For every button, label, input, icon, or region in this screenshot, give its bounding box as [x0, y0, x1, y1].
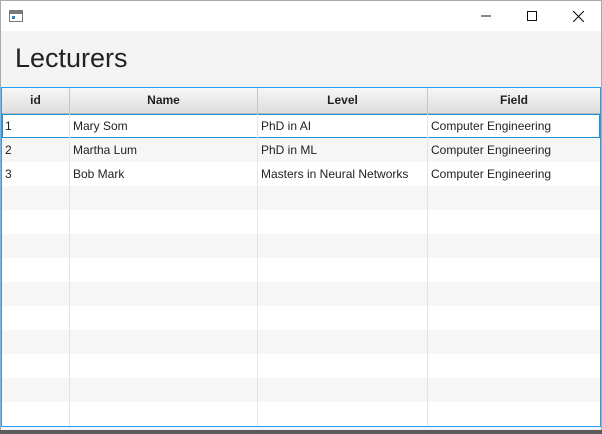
column-header-name[interactable]: Name: [70, 88, 258, 113]
cell-field: Computer Engineering: [428, 138, 600, 162]
cell-field: Computer Engineering: [428, 114, 600, 138]
minimize-icon: [481, 11, 491, 21]
empty-table-row[interactable]: [2, 210, 600, 234]
cell-field: [428, 330, 600, 354]
page-title: Lecturers: [15, 43, 128, 74]
maximize-icon: [527, 11, 537, 21]
empty-table-row[interactable]: [2, 258, 600, 282]
column-header-id[interactable]: id: [2, 88, 70, 113]
cell-name: [70, 234, 258, 258]
cell-name: [70, 330, 258, 354]
maximize-button[interactable]: [509, 1, 555, 31]
cell-field: [428, 402, 600, 426]
cell-level: [258, 186, 428, 210]
cell-id: 3: [2, 162, 70, 186]
cell-id: [2, 186, 70, 210]
cell-name: [70, 306, 258, 330]
table-row[interactable]: 2Martha LumPhD in MLComputer Engineering: [2, 138, 600, 162]
cell-name: [70, 258, 258, 282]
cell-level: [258, 378, 428, 402]
cell-level: [258, 306, 428, 330]
cell-id: 1: [2, 114, 70, 138]
cell-field: [428, 354, 600, 378]
minimize-button[interactable]: [463, 1, 509, 31]
cell-name: Martha Lum: [70, 138, 258, 162]
empty-table-row[interactable]: [2, 378, 600, 402]
cell-id: [2, 234, 70, 258]
cell-level: Masters in Neural Networks: [258, 162, 428, 186]
cell-level: [258, 354, 428, 378]
cell-id: [2, 282, 70, 306]
cell-field: Computer Engineering: [428, 162, 600, 186]
lecturers-table[interactable]: id Name Level Field 1Mary SomPhD in AICo…: [1, 87, 601, 427]
header-area: Lecturers: [1, 31, 601, 86]
cell-name: [70, 378, 258, 402]
cell-id: [2, 210, 70, 234]
cell-level: [258, 234, 428, 258]
cell-name: [70, 402, 258, 426]
cell-name: Bob Mark: [70, 162, 258, 186]
cell-id: [2, 330, 70, 354]
table-row[interactable]: 3Bob MarkMasters in Neural NetworksCompu…: [2, 162, 600, 186]
empty-table-row[interactable]: [2, 330, 600, 354]
background-strip: [0, 430, 602, 434]
title-bar[interactable]: [1, 1, 601, 31]
cell-level: [258, 330, 428, 354]
cell-field: [428, 282, 600, 306]
table-header: id Name Level Field: [2, 88, 600, 114]
cell-level: [258, 402, 428, 426]
cell-id: [2, 258, 70, 282]
cell-name: [70, 354, 258, 378]
empty-table-row[interactable]: [2, 234, 600, 258]
cell-id: [2, 354, 70, 378]
empty-table-row[interactable]: [2, 186, 600, 210]
cell-id: [2, 306, 70, 330]
empty-table-row[interactable]: [2, 354, 600, 378]
cell-level: PhD in AI: [258, 114, 428, 138]
cell-name: [70, 210, 258, 234]
cell-field: [428, 378, 600, 402]
app-icon: [9, 10, 23, 22]
cell-name: [70, 186, 258, 210]
close-icon: [573, 11, 584, 22]
application-window: Lecturers id Name Level Field 1Mary SomP…: [0, 0, 602, 432]
cell-field: [428, 258, 600, 282]
cell-level: [258, 282, 428, 306]
cell-level: [258, 258, 428, 282]
cell-level: [258, 210, 428, 234]
cell-field: [428, 186, 600, 210]
table-row[interactable]: 1Mary SomPhD in AIComputer Engineering: [2, 114, 600, 138]
cell-field: [428, 306, 600, 330]
cell-id: 2: [2, 138, 70, 162]
column-header-level[interactable]: Level: [258, 88, 428, 113]
cell-field: [428, 210, 600, 234]
cell-field: [428, 234, 600, 258]
table-body: 1Mary SomPhD in AIComputer Engineering2M…: [2, 114, 600, 426]
cell-id: [2, 378, 70, 402]
column-header-field[interactable]: Field: [428, 88, 600, 113]
cell-level: PhD in ML: [258, 138, 428, 162]
cell-id: [2, 402, 70, 426]
cell-name: [70, 282, 258, 306]
empty-table-row[interactable]: [2, 402, 600, 426]
cell-name: Mary Som: [70, 114, 258, 138]
close-button[interactable]: [555, 1, 601, 31]
empty-table-row[interactable]: [2, 282, 600, 306]
empty-table-row[interactable]: [2, 306, 600, 330]
